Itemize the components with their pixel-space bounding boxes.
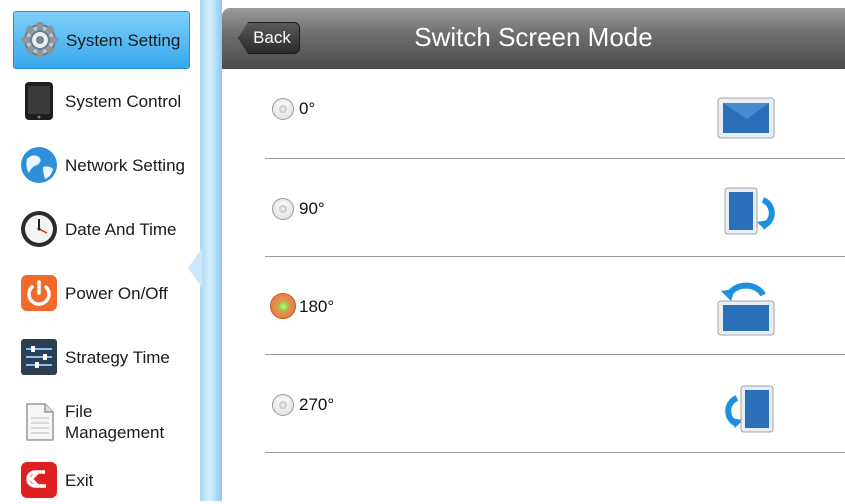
sidebar-item-label: File Management [65, 401, 164, 443]
option-label: 90° [299, 199, 325, 218]
rotation-option-180[interactable]: 180° [265, 257, 845, 355]
option-label: 270° [299, 395, 335, 414]
sidebar: System Setting System Control Network Se… [0, 0, 200, 501]
radio-button[interactable] [272, 394, 294, 416]
sidebar-item-label: Strategy Time [65, 347, 170, 367]
page-title: Switch Screen Mode [414, 22, 653, 52]
sidebar-item-file-management[interactable]: File Management [13, 392, 190, 452]
sidebar-item-label: System Control [65, 91, 182, 111]
sidebar-item-label: System Setting [66, 30, 181, 50]
sidebar-item-system-control[interactable]: System Control [13, 72, 190, 130]
sliders-icon [19, 337, 59, 377]
power-icon [19, 273, 59, 313]
radio-button[interactable] [272, 198, 294, 220]
rotation-option-0[interactable]: 0° [265, 61, 845, 159]
sidebar-item-label: Date And Time [65, 219, 177, 239]
sidebar-item-label: Power On/Off [65, 283, 168, 303]
sidebar-item-power-on-off[interactable]: Power On/Off [13, 264, 190, 322]
clock-icon [19, 209, 59, 249]
active-indicator-notch [188, 248, 202, 288]
sidebar-item-date-and-time[interactable]: Date And Time [13, 200, 190, 258]
rotation-option-90[interactable]: 90° [265, 159, 845, 257]
divider [265, 452, 845, 453]
sidebar-item-system-setting[interactable]: System Setting [13, 11, 190, 69]
sidebar-divider [200, 0, 222, 501]
sidebar-item-label-line2: Management [65, 423, 165, 442]
rotation-option-270[interactable]: 270° [265, 355, 845, 453]
sidebar-item-strategy-time[interactable]: Strategy Time [13, 328, 190, 386]
sidebar-item-label-line1: File [65, 402, 93, 421]
portrait-rotate-right-icon [723, 184, 785, 243]
option-label: 0° [299, 99, 316, 118]
document-icon [19, 402, 59, 442]
radio-button[interactable] [272, 98, 294, 120]
portrait-rotate-left-icon [715, 382, 777, 441]
sidebar-item-network-setting[interactable]: Network Setting [13, 136, 190, 194]
sidebar-item-label: Exit [65, 470, 94, 490]
sidebar-item-label: Network Setting [65, 155, 185, 175]
exit-icon [19, 460, 59, 500]
gear-icon [20, 20, 60, 60]
sidebar-item-exit[interactable]: Exit [13, 456, 190, 504]
option-label: 180° [299, 297, 335, 316]
tablet-icon [19, 81, 59, 121]
landscape-screen-icon [717, 97, 775, 144]
landscape-rotate-top-icon [717, 275, 775, 342]
header-bar: Back Switch Screen Mode [222, 8, 845, 69]
radio-button-selected[interactable] [270, 293, 296, 319]
globe-icon [19, 145, 59, 185]
